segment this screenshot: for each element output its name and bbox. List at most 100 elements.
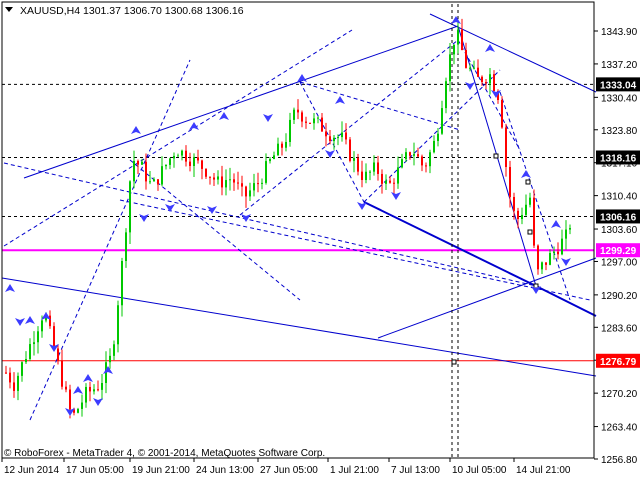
- candle-body: [109, 355, 111, 363]
- candle-body: [485, 82, 487, 84]
- candle-body: [37, 331, 39, 343]
- candle-body: [257, 183, 259, 185]
- candle-body: [389, 180, 391, 183]
- candle-body: [361, 171, 363, 181]
- candle-body: [217, 176, 219, 180]
- y-tick-label: 1290.20: [601, 291, 638, 302]
- x-tick-label: 14 Jul 21:00: [516, 465, 571, 476]
- candle-body: [345, 132, 347, 140]
- y-tick-label: 1310.40: [601, 192, 638, 203]
- candle-body: [249, 190, 251, 197]
- x-tick-label: 24 Jun 13:00: [196, 465, 254, 476]
- candle-body: [517, 210, 519, 220]
- candle-body: [373, 162, 375, 172]
- candle-body: [221, 176, 223, 188]
- candle-body: [173, 155, 175, 159]
- line-marker: [525, 179, 531, 185]
- candle-body: [113, 344, 115, 356]
- y-tick-label: 1297.00: [601, 257, 638, 268]
- candle-body: [341, 132, 343, 138]
- candle-body: [9, 372, 11, 383]
- candle-body: [437, 133, 439, 141]
- candle-body: [53, 326, 55, 349]
- candle-body: [445, 81, 447, 109]
- candle-body: [41, 320, 43, 332]
- candle-body: [273, 155, 275, 159]
- candle-body: [461, 29, 463, 51]
- candle-body: [301, 112, 303, 122]
- symbol-header: XAUUSD,H4 1301.37 1306.70 1300.68 1306.1…: [20, 5, 244, 17]
- y-tick-label: 1323.80: [601, 126, 638, 137]
- candle-body: [85, 386, 87, 403]
- candle-body: [13, 382, 15, 391]
- copyright-text: © RoboForex - MetaTrader 4, © 2001-2014,…: [4, 448, 325, 459]
- candle-body: [25, 358, 27, 363]
- candle-body: [49, 315, 51, 327]
- y-tick-label: 1330.40: [601, 93, 638, 104]
- candle-body: [77, 408, 79, 413]
- candle-body: [213, 177, 215, 180]
- candle-body: [33, 342, 35, 345]
- y-tick-label: 1343.90: [601, 27, 638, 38]
- candle-body: [313, 118, 315, 124]
- candle-body: [421, 156, 423, 166]
- candle-body: [57, 348, 59, 361]
- candle-body: [201, 160, 203, 169]
- candle-body: [545, 262, 547, 265]
- candle-body: [161, 166, 163, 185]
- candle-body: [521, 214, 523, 220]
- x-tick-label: 17 Jun 05:00: [66, 465, 124, 476]
- candle-body: [153, 179, 155, 182]
- candle-body: [457, 29, 459, 45]
- candle-body: [17, 375, 19, 391]
- candle-body: [557, 251, 559, 255]
- candle-body: [381, 173, 383, 184]
- line-marker: [493, 153, 499, 159]
- x-tick-label: 12 Jun 2014: [4, 465, 59, 476]
- line-marker: [533, 283, 539, 289]
- candle-body: [181, 150, 183, 156]
- price-level-label: 1333.04: [600, 80, 637, 91]
- candle-body: [509, 167, 511, 197]
- candle-body: [117, 305, 119, 345]
- candle-body: [465, 50, 467, 68]
- candle-body: [233, 179, 235, 183]
- candle-body: [149, 181, 151, 183]
- candle-body: [541, 262, 543, 270]
- candle-body: [429, 152, 431, 167]
- price-level-label: 1306.16: [600, 212, 637, 223]
- candle-body: [397, 167, 399, 184]
- candle-body: [525, 204, 527, 215]
- candle-body: [261, 182, 263, 184]
- candle-body: [365, 171, 367, 181]
- y-tick-label: 1263.40: [601, 423, 638, 434]
- candle-body: [333, 137, 335, 142]
- candle-body: [449, 54, 451, 82]
- x-tick-label: 7 Jul 13:00: [391, 465, 440, 476]
- candle-body: [61, 360, 63, 387]
- candle-body: [377, 162, 379, 174]
- candle-body: [121, 261, 123, 306]
- candle-body: [241, 183, 243, 187]
- candle-body: [89, 386, 91, 392]
- price-level-label: 1299.29: [600, 246, 637, 257]
- candle-body: [329, 136, 331, 142]
- candle-body: [401, 159, 403, 168]
- y-tick-label: 1303.60: [601, 225, 638, 236]
- candle-body: [477, 67, 479, 77]
- candle-body: [229, 179, 231, 181]
- candle-body: [165, 164, 167, 167]
- candle-body: [321, 117, 323, 132]
- candle-body: [205, 168, 207, 177]
- candle-body: [425, 165, 427, 167]
- candle-body: [501, 99, 503, 128]
- candle-body: [265, 161, 267, 183]
- candle-body: [225, 180, 227, 188]
- candle-body: [537, 245, 539, 270]
- candle-body: [553, 251, 555, 254]
- candle-body: [405, 152, 407, 160]
- candle-body: [317, 117, 319, 119]
- price-chart[interactable]: 1343.901337.201330.401323.801317.101310.…: [0, 0, 640, 480]
- candle-body: [529, 197, 531, 205]
- candle-body: [369, 171, 371, 173]
